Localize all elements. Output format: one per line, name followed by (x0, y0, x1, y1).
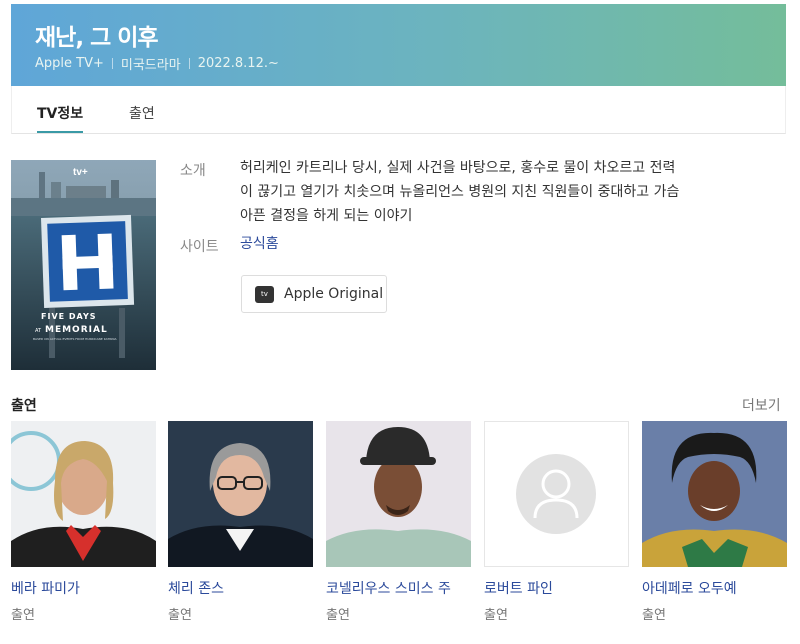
meta-date: 2022.8.12.~ (197, 56, 279, 71)
poster-image[interactable]: tv+ FIVE DAYS AT MEMORIAL BASED ON ACTUA… (11, 160, 156, 370)
synopsis-line: 이 끊기고 열기가 치솟으며 뉴올리언스 병원의 지친 직원들이 중대하고 가슴 (240, 184, 680, 200)
avatar (11, 421, 156, 567)
poster-title-small: AT (35, 328, 42, 334)
cast-card[interactable]: 체리 존스 출연 (168, 421, 313, 623)
page-title: 재난, 그 이후 (35, 25, 159, 51)
poster-tagline: BASED ON ACTUAL EVENTS FROM HURRICANE KA… (33, 337, 118, 341)
tab-cast[interactable]: 출연 (129, 103, 155, 123)
apple-original-button[interactable]: tv Apple Original (241, 275, 387, 313)
cast-role: 출연 (11, 608, 35, 623)
cast-section-title: 출연 (11, 398, 37, 414)
poster-title-line1: FIVE DAYS (41, 312, 97, 321)
cast-name[interactable]: 로버트 파인 (484, 578, 629, 598)
cast-photo[interactable] (11, 421, 156, 567)
official-site-link[interactable]: 공식홈 (240, 232, 279, 256)
avatar (642, 421, 787, 567)
apple-tv-icon: tv (255, 285, 274, 303)
cast-card[interactable]: 베라 파미가 출연 (11, 421, 156, 623)
poster-brand: tv+ (73, 167, 88, 178)
cast-card[interactable]: 코넬리우스 스미스 주 출연 (326, 421, 471, 623)
cast-name[interactable]: 베라 파미가 (11, 578, 156, 598)
cast-photo[interactable] (642, 421, 787, 567)
cast-card[interactable]: 아데페로 오두예 출연 (642, 421, 787, 623)
synopsis-text: 허리케인 카트리나 당시, 실제 사건을 바탕으로, 홍수로 물이 차오르고 전… (240, 156, 760, 228)
meta-divider (188, 58, 190, 69)
cast-name[interactable]: 코넬리우스 스미스 주 (326, 578, 471, 598)
apple-original-label: Apple Original (284, 286, 384, 302)
cast-name[interactable]: 아데페로 오두예 (642, 578, 787, 598)
cast-photo[interactable] (326, 421, 471, 567)
meta-network: Apple TV+ (35, 56, 104, 71)
cast-name[interactable]: 체리 존스 (168, 578, 313, 598)
tab-bar: TV정보 출연 (11, 86, 786, 134)
cast-role: 출연 (642, 608, 666, 623)
synopsis-line: 허리케인 카트리나 당시, 실제 사건을 바탕으로, 홍수로 물이 차오르고 전… (240, 160, 676, 176)
avatar (168, 421, 313, 567)
avatar (326, 421, 471, 567)
synopsis-line: 아픈 결정을 하게 되는 이야기 (240, 208, 413, 224)
cast-photo-placeholder[interactable] (484, 421, 629, 567)
synopsis-label: 소개 (180, 163, 206, 179)
cast-role: 출연 (326, 608, 350, 623)
user-placeholder-icon (485, 422, 628, 566)
more-link[interactable]: 더보기 (742, 395, 781, 415)
cast-card[interactable]: 로버트 파인 출연 (484, 421, 629, 623)
poster-artwork: tv+ FIVE DAYS AT MEMORIAL BASED ON ACTUA… (11, 160, 156, 370)
tab-tv-info[interactable]: TV정보 (37, 103, 84, 133)
meta-divider (111, 58, 113, 69)
poster-title-line2: MEMORIAL (45, 325, 108, 335)
meta-genre: 미국드라마 (120, 58, 181, 73)
meta-line: Apple TV+ 미국드라마 2022.8.12.~ (35, 54, 279, 73)
cast-role: 출연 (168, 608, 192, 623)
cast-photo[interactable] (168, 421, 313, 567)
site-label: 사이트 (180, 239, 219, 255)
title-banner: 재난, 그 이후 Apple TV+ 미국드라마 2022.8.12.~ (11, 4, 786, 86)
cast-role: 출연 (484, 608, 508, 623)
